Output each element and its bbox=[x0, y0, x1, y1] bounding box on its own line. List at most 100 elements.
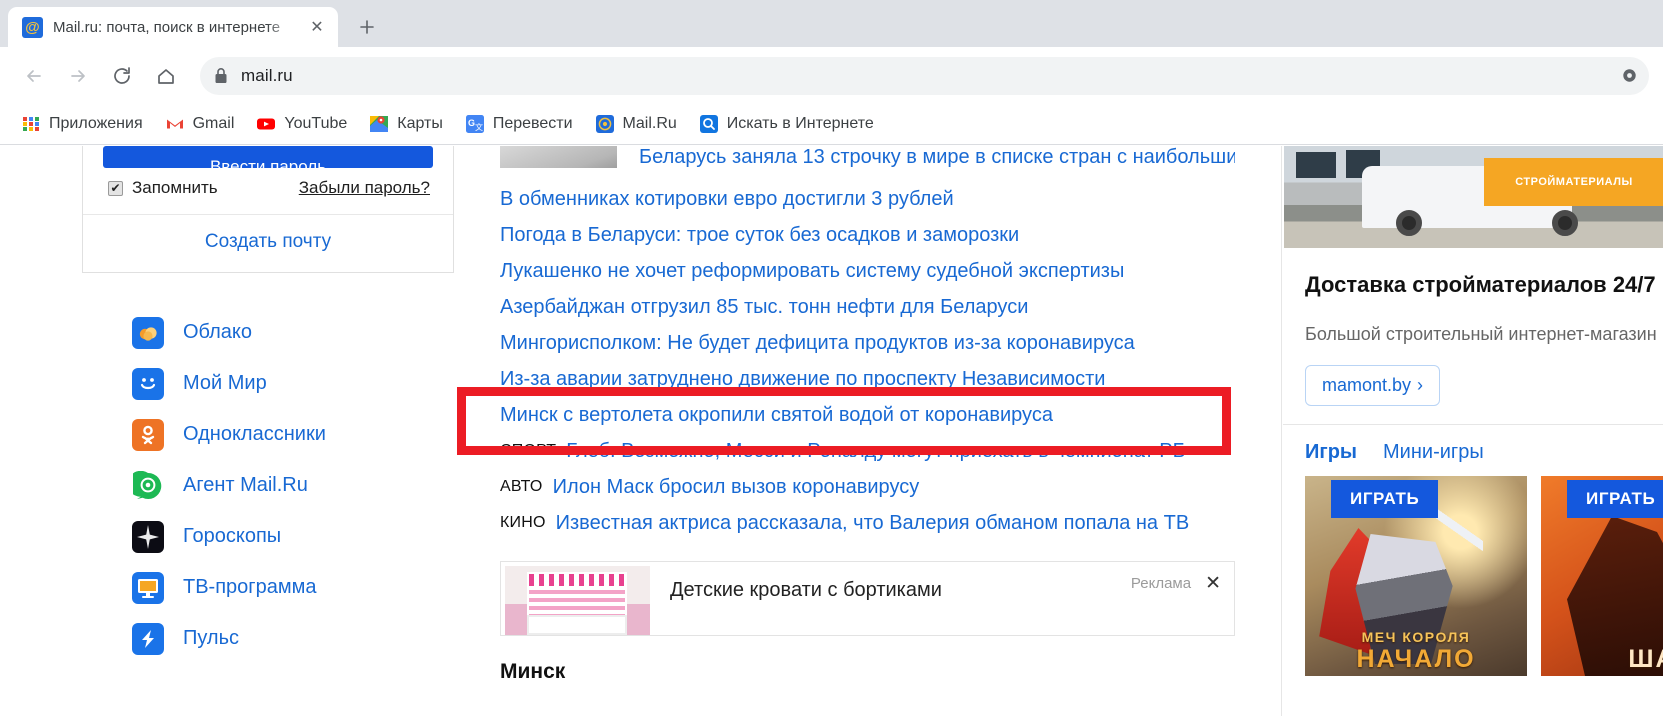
login-button-label: Ввести пароль bbox=[209, 157, 327, 168]
svg-text:G: G bbox=[468, 118, 475, 128]
tv-program-icon bbox=[132, 571, 164, 604]
lock-icon bbox=[215, 68, 227, 83]
truck-wheel bbox=[1396, 210, 1422, 236]
bookmark-mailru[interactable]: Mail.Ru bbox=[586, 109, 686, 139]
play-button[interactable]: ИГРАТЬ bbox=[1567, 480, 1663, 519]
remember-me-label: Запомнить bbox=[132, 178, 218, 197]
center-advertisement[interactable]: Детские кровати с бортиками Реклама ✕ bbox=[500, 561, 1235, 636]
play-button[interactable]: ИГРАТЬ bbox=[1331, 480, 1439, 519]
service-label: Облако bbox=[183, 321, 253, 343]
news-link[interactable]: Известная актриса рассказала, что Валери… bbox=[556, 512, 1190, 535]
sidebar-item-pulse[interactable]: Пульс bbox=[132, 613, 454, 664]
news-list-item[interactable]: Лукашенко не хочет реформировать систему… bbox=[500, 253, 1235, 289]
mailru-icon bbox=[595, 115, 614, 133]
bookmark-maps[interactable]: Карты bbox=[360, 109, 452, 139]
news-link[interactable]: В обменниках котировки евро достигли 3 р… bbox=[500, 188, 954, 211]
sidebar-item-odnoklassniki[interactable]: Одноклассники bbox=[132, 409, 454, 460]
address-bar[interactable]: mail.ru bbox=[200, 56, 1649, 95]
tab-title: Mail.ru: почта, поиск в интернете bbox=[53, 18, 281, 36]
featured-news-item[interactable]: Беларусь заняла 13 строчку в мире в спис… bbox=[500, 146, 1235, 168]
news-list-item[interactable]: Мингорисполком: Не будет дефицита продук… bbox=[500, 325, 1235, 361]
forward-button[interactable] bbox=[58, 56, 98, 96]
bookmark-translate[interactable]: G 文 Перевести bbox=[456, 109, 582, 139]
bookmark-search-web[interactable]: Искать в Интернете bbox=[690, 109, 883, 139]
new-tab-button[interactable] bbox=[350, 10, 384, 44]
news-list-item[interactable]: АВТО Илон Маск бросил вызов коронавирусу bbox=[500, 469, 1235, 505]
news-link[interactable]: Азербайджан отгрузил 85 тыс. тонн нефти … bbox=[500, 296, 1028, 319]
horoscope-icon bbox=[132, 520, 164, 553]
forgot-password-link[interactable]: Забыли пароль? bbox=[299, 178, 430, 198]
reload-button[interactable] bbox=[102, 56, 142, 96]
promo-image: СТРОЙМАТЕРИАЛЫ bbox=[1284, 146, 1663, 248]
sidebar-item-cloud[interactable]: Облако bbox=[132, 307, 454, 358]
game-logo-big: ША bbox=[1628, 645, 1663, 674]
address-bar-url: mail.ru bbox=[241, 65, 293, 85]
ad-title[interactable]: Детские кровати с бортиками bbox=[650, 562, 1131, 635]
browser-tab[interactable]: @ Mail.ru: почта, поиск в интернете ✕ bbox=[8, 7, 338, 47]
close-tab-icon[interactable]: ✕ bbox=[306, 16, 328, 38]
back-button[interactable] bbox=[14, 56, 54, 96]
promo-link-button[interactable]: mamont.by › bbox=[1305, 365, 1441, 407]
news-link[interactable]: Из-за аварии затруднено движение по прос… bbox=[500, 368, 1105, 391]
services-list: Облако Мой Мир Одноклассники Агент Mail.… bbox=[82, 307, 454, 664]
my-world-icon bbox=[132, 367, 164, 400]
page-viewport: Ввести пароль ✔ Запомнить Забыли пароль?… bbox=[0, 146, 1663, 716]
building-window bbox=[1296, 152, 1336, 178]
news-link[interactable]: Мингорисполком: Не будет дефицита продук… bbox=[500, 332, 1135, 355]
ad-thumbnail bbox=[505, 566, 650, 635]
game-card[interactable]: ИГРАТЬ ША bbox=[1541, 476, 1663, 677]
news-list-item[interactable]: Из-за аварии затруднено движение по прос… bbox=[500, 361, 1235, 397]
sidebar-item-my-world[interactable]: Мой Мир bbox=[132, 358, 454, 409]
tab-games[interactable]: Игры bbox=[1305, 441, 1357, 464]
promo-advertisement[interactable]: СТРОЙМАТЕРИАЛЫ Доставка стройматериалов … bbox=[1283, 146, 1663, 426]
news-list-item[interactable]: Погода в Беларуси: трое суток без осадко… bbox=[500, 217, 1235, 253]
promo-description: Большой строительный интернет-магазин bbox=[1305, 324, 1657, 345]
arrow-left-icon bbox=[27, 69, 41, 82]
login-button[interactable]: Ввести пароль bbox=[103, 146, 433, 168]
bookmark-label: Искать в Интернете bbox=[726, 115, 874, 132]
ad-label: Реклама bbox=[1130, 575, 1192, 592]
news-list-item[interactable]: В обменниках котировки евро достигли 3 р… bbox=[500, 181, 1235, 217]
news-list: В обменниках котировки евро достигли 3 р… bbox=[500, 181, 1235, 541]
news-link[interactable]: Погода в Беларуси: трое суток без осадко… bbox=[500, 224, 1019, 247]
news-link[interactable]: Глеб: Возможно, Месси и Роналду могут пр… bbox=[566, 440, 1185, 463]
news-list-item[interactable]: КИНО Известная актриса рассказала, что В… bbox=[500, 505, 1235, 541]
promo-body: Доставка стройматериалов 24/7 Большой ст… bbox=[1283, 248, 1663, 407]
promo-title: Доставка стройматериалов 24/7 bbox=[1305, 272, 1656, 297]
sidebar-item-horoscopes[interactable]: Гороскопы bbox=[132, 511, 454, 562]
apps-grid-icon bbox=[23, 117, 39, 131]
games-row: ИГРАТЬ МЕЧ КОРОЛЯ НАЧАЛО ИГРАТЬ ША bbox=[1305, 476, 1663, 677]
bookmark-apps[interactable]: Приложения bbox=[12, 109, 152, 139]
create-mail-link[interactable]: Создать почту bbox=[83, 215, 453, 272]
maps-icon bbox=[370, 116, 389, 132]
bookmark-gmail[interactable]: Gmail bbox=[156, 109, 244, 139]
news-list-item[interactable]: СПОРТ Глеб: Возможно, Месси и Роналду мо… bbox=[500, 433, 1235, 469]
close-ad-icon[interactable]: ✕ bbox=[1205, 574, 1221, 593]
news-list-item-highlighted[interactable]: Минск с вертолета окропили святой водой … bbox=[500, 397, 1235, 433]
plus-icon bbox=[360, 20, 374, 34]
game-card[interactable]: ИГРАТЬ МЕЧ КОРОЛЯ НАЧАЛО bbox=[1305, 476, 1527, 677]
mailru-homepage: Ввести пароль ✔ Запомнить Забыли пароль?… bbox=[0, 146, 1663, 716]
section-heading-minsk: Минск bbox=[500, 660, 566, 683]
sidebar-item-tv-program[interactable]: ТВ-программа bbox=[132, 562, 454, 613]
game-logo-small: МЕЧ КОРОЛЯ bbox=[1361, 629, 1471, 646]
checkbox-box[interactable]: ✔ bbox=[108, 180, 123, 196]
tab-mini-games[interactable]: Мини-игры bbox=[1383, 441, 1484, 464]
news-link[interactable]: Илон Маск бросил вызов коронавирусу bbox=[553, 476, 920, 499]
right-column: СТРОЙМАТЕРИАЛЫ Доставка стройматериалов … bbox=[1281, 146, 1663, 716]
featured-news-title[interactable]: Беларусь заняла 13 строчку в мире в спис… bbox=[639, 146, 1235, 168]
game-logo: ША bbox=[1541, 645, 1663, 674]
circle-icon[interactable] bbox=[1621, 68, 1637, 84]
service-label: Мой Мир bbox=[183, 372, 267, 394]
games-section: Игры Мини-игры ИГРАТЬ МЕЧ КОРОЛЯ НАЧАЛО bbox=[1283, 425, 1663, 677]
news-link[interactable]: Минск с вертолета окропили святой водой … bbox=[500, 404, 1053, 427]
bookmark-label: Перевести bbox=[492, 115, 573, 132]
service-label: Одноклассники bbox=[183, 423, 326, 445]
auth-options-row: ✔ Запомнить Забыли пароль? bbox=[83, 168, 453, 214]
remember-me-checkbox[interactable]: ✔ Запомнить bbox=[108, 178, 218, 198]
home-button[interactable] bbox=[146, 56, 186, 96]
sidebar-item-agent-mailru[interactable]: Агент Mail.Ru bbox=[132, 460, 454, 511]
bookmark-youtube[interactable]: YouTube bbox=[247, 109, 356, 139]
news-list-item[interactable]: Азербайджан отгрузил 85 тыс. тонн нефти … bbox=[500, 289, 1235, 325]
news-link[interactable]: Лукашенко не хочет реформировать систему… bbox=[500, 260, 1124, 283]
